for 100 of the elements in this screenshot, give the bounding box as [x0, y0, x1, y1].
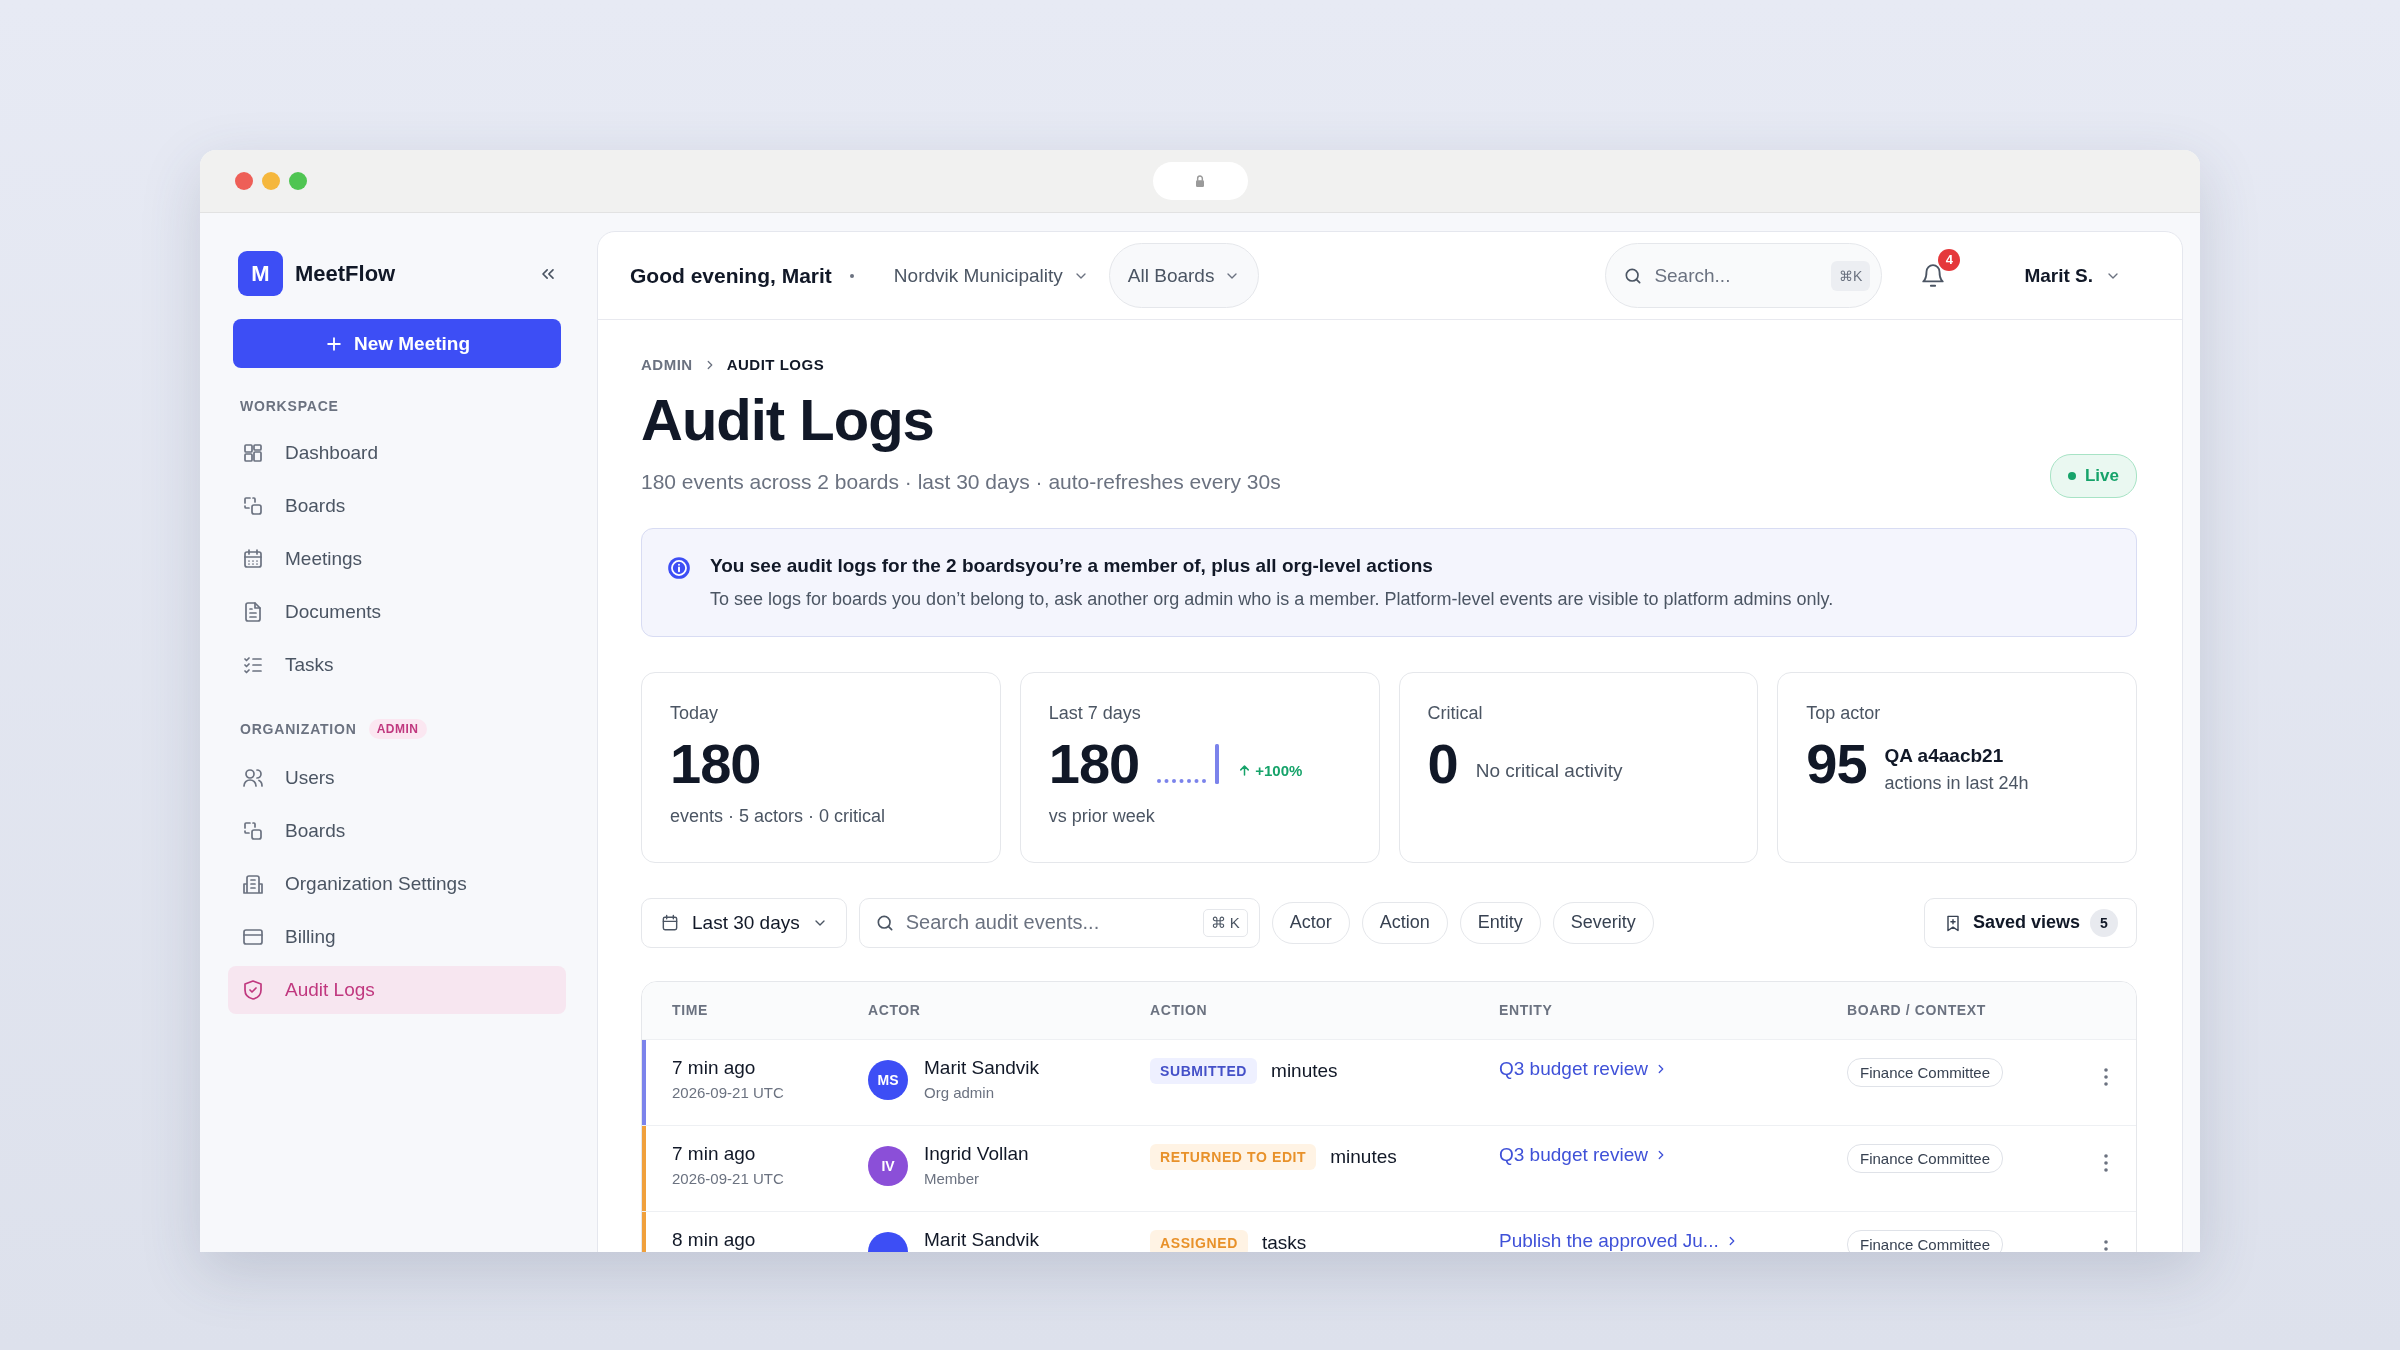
event-time: 8 min ago: [672, 1228, 757, 1251]
calendar-icon: [660, 912, 680, 933]
filter-chip[interactable]: Severity: [1552, 901, 1654, 944]
stat-note: No critical activity: [1475, 759, 1623, 782]
column-header: ACTION: [1150, 1002, 1209, 1019]
building-icon: [241, 872, 265, 896]
actor-name: Marit Sandvik: [924, 1056, 1040, 1079]
greeting: Good evening, Marit: [630, 263, 832, 288]
stat-note: actions in last 24h: [1884, 773, 2029, 795]
column-header: ENTITY: [1499, 1002, 1554, 1019]
row-menu-button[interactable]: [2104, 1067, 2108, 1086]
saved-views-button[interactable]: Saved views 5: [1923, 897, 2137, 948]
app-logo: M: [238, 251, 283, 296]
actor-role: Member: [924, 1169, 980, 1187]
actor-name: Ingrid Vollan: [924, 1142, 1029, 1165]
board-tag: Finance Committee: [1847, 1057, 2004, 1087]
breadcrumb-item: AUDIT LOGS: [726, 356, 825, 373]
nav-item[interactable]: Documents: [228, 588, 566, 636]
action-badge: ASSIGNED: [1150, 1229, 1248, 1252]
board-tag: Finance Committee: [1847, 1143, 2004, 1173]
close-dot[interactable]: [235, 172, 253, 190]
trend-value: +100%: [1255, 762, 1303, 780]
stat-value: 180: [670, 731, 761, 797]
actor-name: QA a4aacb21: [1884, 745, 2005, 768]
action-object: minutes: [1330, 1145, 1397, 1168]
info-text: To see logs for boards you don’t belong to, ask another org admin who is a member. Platform-level events are visible to platform admins only.: [710, 588, 1834, 610]
breadcrumb-item[interactable]: ADMIN: [641, 356, 693, 373]
saved-count: 5: [2090, 908, 2118, 937]
users-icon: [241, 766, 265, 790]
board-tag: Finance Committee: [1847, 1229, 2004, 1252]
shortcut-hint: ⌘K: [1831, 260, 1871, 291]
filter-chip[interactable]: Action: [1361, 901, 1448, 944]
action-object: tasks: [1261, 1231, 1307, 1252]
minimize-dot[interactable]: [262, 172, 280, 190]
stat-value: 0: [1427, 731, 1458, 797]
event-time: 7 min ago: [672, 1056, 757, 1079]
more-icon: [2104, 1239, 2108, 1252]
action-badge: SUBMITTED: [1150, 1057, 1258, 1084]
stat-label: Critical: [1427, 702, 1484, 724]
notification-count: 4: [1938, 248, 1961, 271]
role-badge: ADMIN: [368, 719, 427, 739]
entity-link[interactable]: Publish the approved Ju...: [1499, 1229, 1739, 1252]
column-header: ACTOR: [868, 1002, 922, 1019]
section-label: ORGANIZATION: [240, 721, 357, 737]
nav-item[interactable]: Audit Logs: [228, 966, 566, 1014]
nav-item[interactable]: Users: [228, 754, 566, 802]
nav-item[interactable]: Boards: [228, 482, 566, 530]
date-range-dropdown[interactable]: Last 30 days: [641, 897, 847, 948]
more-icon: [2104, 1067, 2108, 1086]
actor-role: Org admin: [924, 1083, 996, 1101]
section-label: WORKSPACE: [240, 398, 339, 414]
action-badge: RETURNED TO EDIT: [1150, 1143, 1317, 1170]
stat-label: Last 7 days: [1048, 702, 1142, 724]
user-menu[interactable]: Marit S.: [2018, 263, 2127, 288]
stat-label: Top actor: [1806, 702, 1882, 724]
squares-icon: [241, 819, 265, 843]
more-icon: [2104, 1153, 2108, 1172]
nav-item[interactable]: Organization Settings: [228, 860, 566, 908]
action-object: minutes: [1271, 1059, 1338, 1082]
app-name: MeetFlow: [295, 260, 396, 287]
grid-icon: [241, 441, 265, 465]
row-menu-button[interactable]: [2104, 1153, 2108, 1172]
nav-item[interactable]: Boards: [228, 807, 566, 855]
calendar-icon: [241, 547, 265, 571]
organization-dropdown[interactable]: Nordvik Municipality: [887, 263, 1095, 288]
filter-chip[interactable]: Actor: [1271, 901, 1350, 944]
nav-item[interactable]: Tasks: [228, 641, 566, 689]
event-date: 2026-09-21 UTC: [672, 1083, 785, 1101]
info-title: You see audit logs for the 2 boardsyou’re a member of, plus all org-level actions: [710, 554, 1434, 577]
new-meeting-button[interactable]: New Meeting: [233, 319, 561, 368]
event-date: 2026-09-21 UTC: [672, 1169, 785, 1187]
page-title: Audit Logs: [641, 387, 935, 454]
live-badge: Live: [2049, 453, 2137, 498]
stat-note: vs prior week: [1048, 806, 1156, 828]
stat-note: events · 5 actors · 0 critical: [670, 806, 887, 828]
column-header: BOARD / CONTEXT: [1847, 1002, 1987, 1019]
squares-icon: [241, 494, 265, 518]
entity-link[interactable]: Q3 budget review: [1499, 1143, 1668, 1166]
event-time: 7 min ago: [672, 1142, 757, 1165]
stat-value: 180: [1048, 731, 1140, 797]
stat-value: 95: [1806, 731, 1867, 797]
column-header: TIME: [671, 1002, 709, 1019]
nav-item[interactable]: Dashboard: [228, 429, 566, 477]
nav-item[interactable]: Meetings: [228, 535, 566, 583]
avatar: MS: [868, 1059, 908, 1100]
maximize-dot[interactable]: [289, 172, 307, 190]
filter-chip[interactable]: Entity: [1459, 901, 1541, 944]
shortcut-hint: ⌘ K: [1202, 908, 1248, 937]
stat-label: Today: [670, 702, 720, 724]
bell-icon: [1920, 262, 1947, 289]
nav-item[interactable]: Billing: [228, 913, 566, 961]
page-subtitle: 180 events across 2 boards · last 30 days · auto-refreshes every 30s: [641, 469, 1281, 494]
info-icon: [666, 554, 692, 581]
avatar: IV: [868, 1145, 908, 1186]
row-menu-button[interactable]: [2104, 1239, 2108, 1252]
boards-dropdown[interactable]: All Boards: [1108, 243, 1260, 308]
entity-link[interactable]: Q3 budget review: [1499, 1057, 1668, 1080]
sparkline-drawing: [1157, 743, 1220, 784]
shield-icon: [241, 978, 265, 1002]
actor-name: Marit Sandvik: [924, 1228, 1040, 1251]
